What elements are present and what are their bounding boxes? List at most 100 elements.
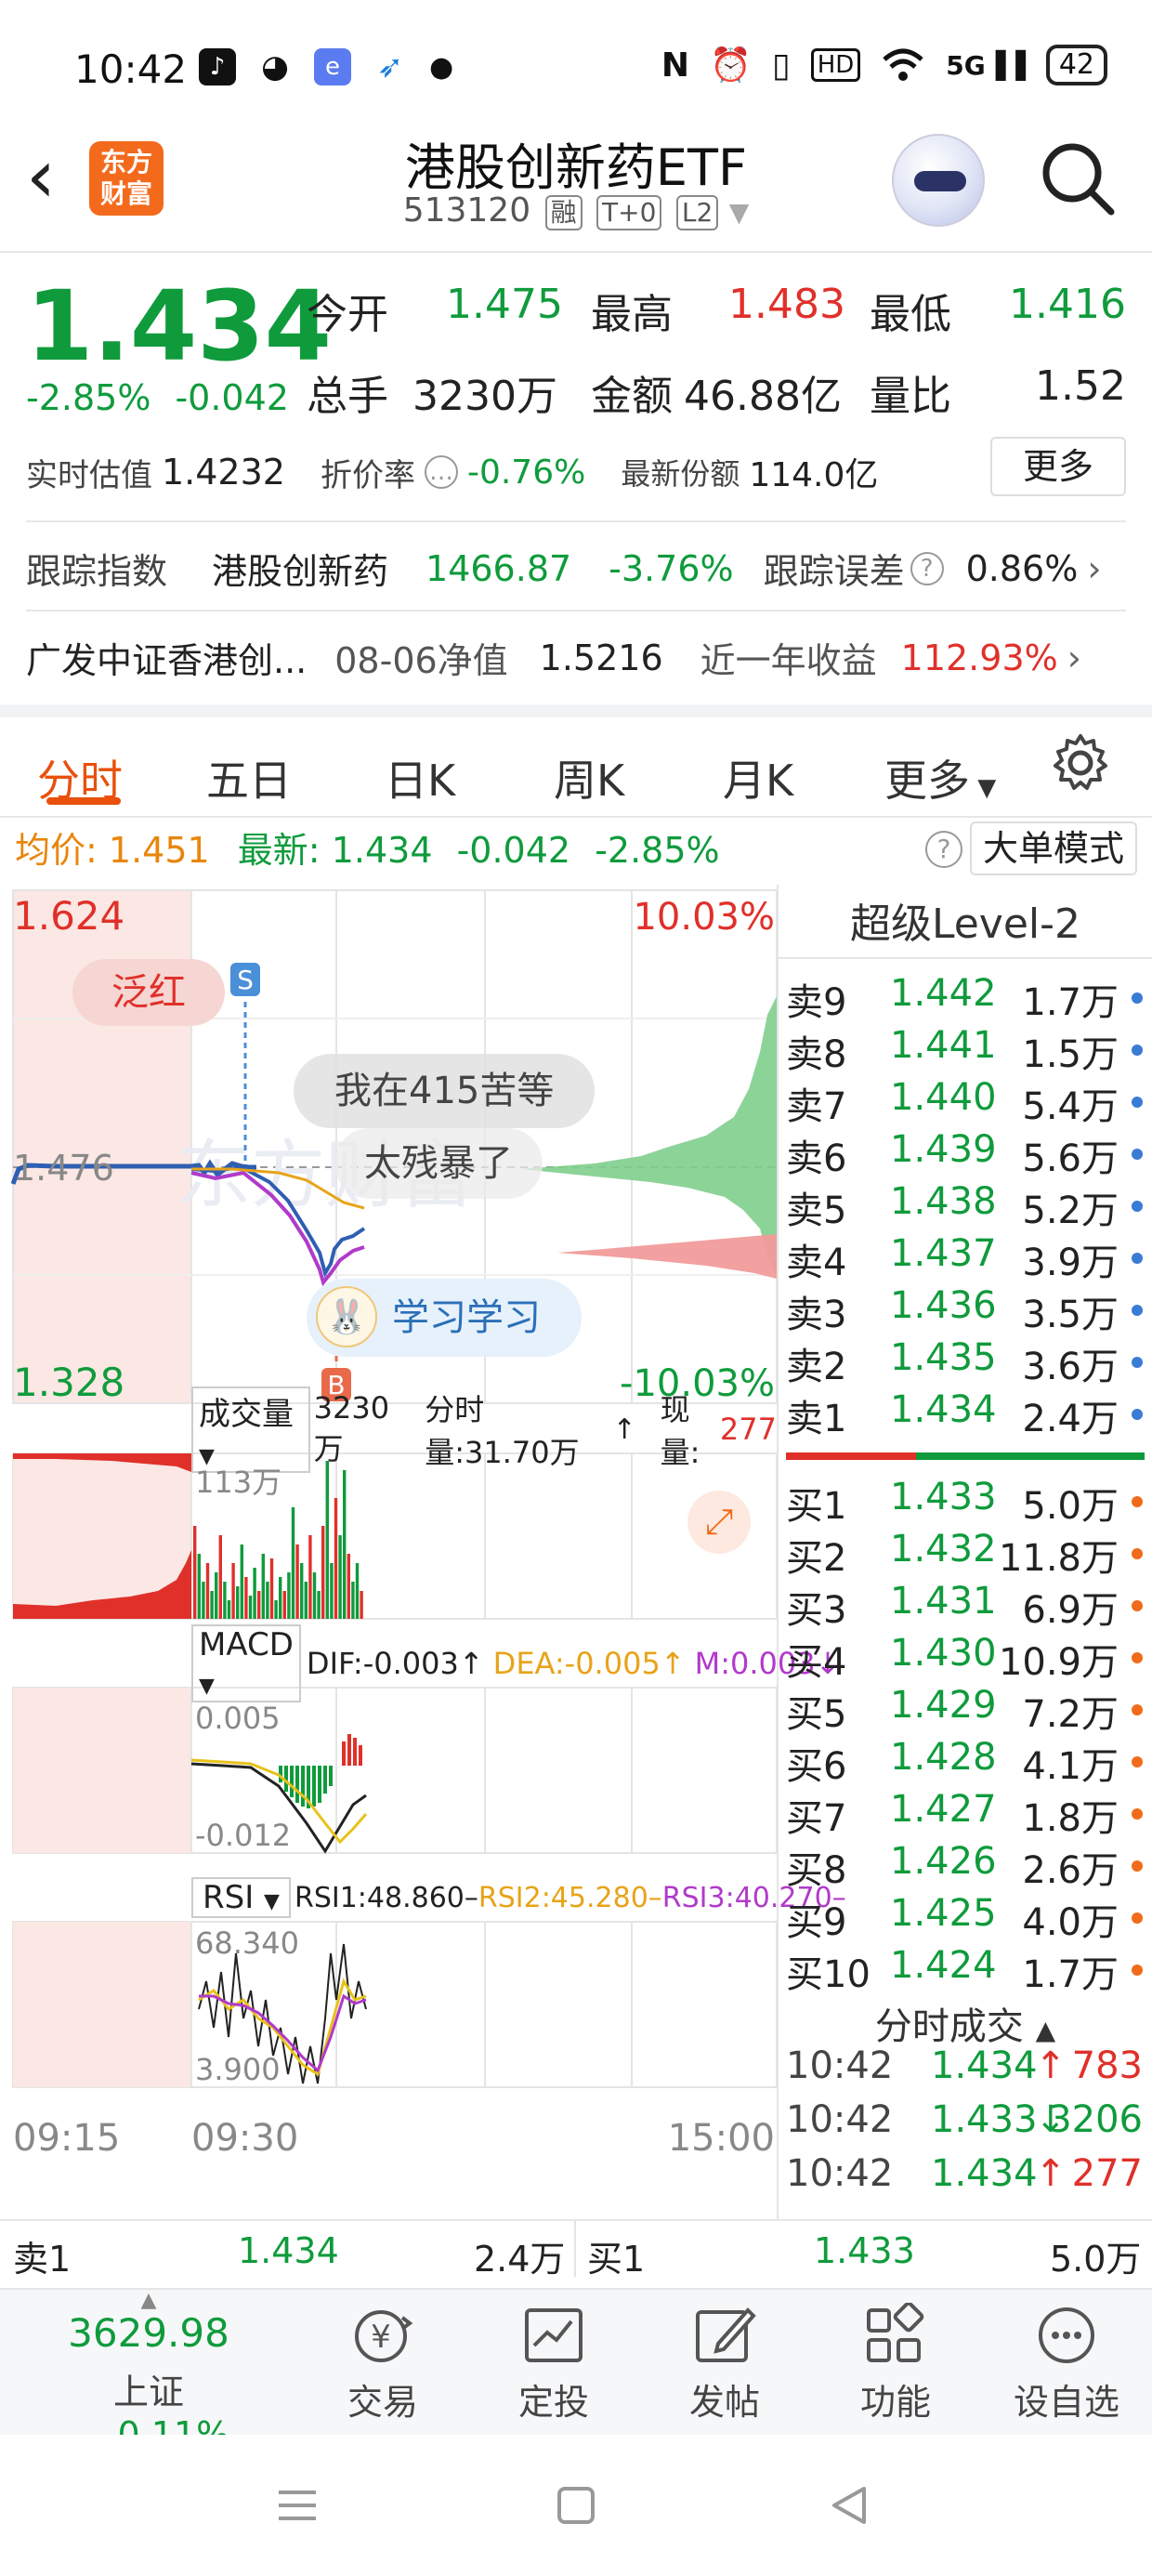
bid-price: 1.428 xyxy=(890,1736,997,1779)
nav-trade[interactable]: ¥ 交易 xyxy=(318,2303,448,2425)
ask-price: 1.434 xyxy=(890,1388,997,1431)
volume-bar xyxy=(317,1591,321,1619)
assistant-robot-avatar[interactable] xyxy=(892,134,985,227)
bid-level-label: 买4 xyxy=(786,1641,847,1684)
tab-monthly-k[interactable]: 月K xyxy=(723,747,793,808)
big-order-mode-button[interactable]: 大单模式 xyxy=(970,821,1137,875)
bid-dot-icon xyxy=(1132,1652,1143,1663)
bid-dot-icon xyxy=(1132,1756,1143,1768)
tab-daily-k[interactable]: 日K xyxy=(385,747,455,808)
volume-bar xyxy=(287,1572,291,1619)
ask-volume: 1.5万 xyxy=(1022,1033,1119,1076)
ask-dot-icon xyxy=(1132,1045,1143,1056)
bid-row[interactable]: 买2 1.432 11.8万 xyxy=(786,1528,1143,1580)
ask-row[interactable]: 卖8 1.441 1.5万 xyxy=(786,1024,1143,1076)
gear-icon[interactable] xyxy=(1050,732,1111,794)
ask-row[interactable]: 卖3 1.436 3.5万 xyxy=(786,1284,1143,1336)
intraday-chart[interactable]: 东方财富 S B 1.624 1.476 1.328 10.03% -10.03… xyxy=(0,885,846,2176)
nav-dca[interactable]: 定投 xyxy=(489,2303,619,2425)
volume-bar xyxy=(257,1591,261,1619)
ask-row[interactable]: 卖9 1.442 1.7万 xyxy=(786,972,1143,1024)
nav-functions[interactable]: 功能 xyxy=(831,2303,961,2425)
tracking-index-change: -3.76% xyxy=(609,547,734,589)
trade-row: 10:42 1.433 ↓ 3206 xyxy=(786,2098,1143,2152)
help-icon[interactable]: ? xyxy=(910,551,944,585)
notification-icons: ♪ ◕ e ➶ ● xyxy=(199,48,453,85)
volume-bar xyxy=(312,1572,317,1619)
section-gap xyxy=(0,704,1152,717)
ask-row[interactable]: 卖5 1.438 5.2万 xyxy=(786,1180,1143,1232)
current-volume-label: 现量: xyxy=(660,1392,700,1470)
nav-add-watchlist[interactable]: 设自选 xyxy=(1001,2303,1132,2425)
open-label: 今开 xyxy=(307,291,388,338)
bid-dot-icon xyxy=(1132,1496,1143,1507)
volume-bar xyxy=(295,1544,299,1619)
search-icon[interactable] xyxy=(1039,139,1117,217)
chart-icon xyxy=(525,2308,583,2362)
tracking-index-row[interactable]: 跟踪指数 港股创新药 1466.87 -3.76% 跟踪误差 ? 0.86% › xyxy=(26,543,1126,594)
bid-row[interactable]: 买9 1.425 4.0万 xyxy=(786,1892,1143,1944)
trades-title[interactable]: 分时成交 ▲ xyxy=(779,1996,1152,2050)
home-icon[interactable] xyxy=(554,2483,598,2528)
low-label: 最低 xyxy=(870,291,951,338)
bid-dot-icon xyxy=(1132,1548,1143,1559)
tab-five-day[interactable]: 五日 xyxy=(206,747,292,808)
ask-level-label: 卖5 xyxy=(786,1189,847,1232)
bid-level-label: 买9 xyxy=(786,1901,847,1944)
discount-value: -0.76% xyxy=(466,453,586,492)
ask-level-label: 卖4 xyxy=(786,1242,847,1284)
bid-row[interactable]: 买10 1.424 1.7万 xyxy=(786,1944,1143,1996)
more-button[interactable]: 更多 xyxy=(990,437,1126,496)
grid-apps-icon xyxy=(867,2303,924,2362)
latest-change-pct: -2.85% xyxy=(595,830,720,871)
volume-bar xyxy=(325,1461,329,1619)
bid-row[interactable]: 买1 1.433 5.0万 xyxy=(786,1476,1143,1528)
bid-row[interactable]: 买3 1.431 6.9万 xyxy=(786,1580,1143,1632)
macd-selector-label: MACD xyxy=(199,1626,294,1663)
fund-name: 广发中证香港创... xyxy=(26,640,308,681)
tiktok-icon: ♪ xyxy=(199,48,236,85)
ask-row[interactable]: 卖7 1.440 5.4万 xyxy=(786,1076,1143,1128)
bid-row[interactable]: 买8 1.426 2.6万 xyxy=(786,1840,1143,1892)
bid-price: 1.425 xyxy=(890,1892,997,1935)
caret-up-icon: ▲ xyxy=(140,2289,157,2312)
rsi-selector[interactable]: RSI ▼ xyxy=(191,1877,291,1918)
ask-row[interactable]: 卖2 1.435 3.6万 xyxy=(786,1336,1143,1388)
ask-row[interactable]: 卖6 1.439 5.6万 xyxy=(786,1128,1143,1180)
fund-row[interactable]: 广发中证香港创... 08-06净值 1.5216 近一年收益 112.93% … xyxy=(26,632,1126,683)
volume-bar xyxy=(300,1563,304,1619)
shares-value: 114.0亿 xyxy=(749,456,879,494)
bid-level-label: 买6 xyxy=(786,1745,847,1788)
dropdown-icon[interactable]: ▼ xyxy=(729,197,750,228)
bid-row[interactable]: 买6 1.428 4.1万 xyxy=(786,1736,1143,1788)
macd-histogram xyxy=(279,1734,362,1808)
wechat-icon: ◕ xyxy=(256,48,294,85)
tab-weekly-k[interactable]: 周K xyxy=(554,747,624,808)
bid-row[interactable]: 买5 1.429 7.2万 xyxy=(786,1684,1143,1736)
comment-bubble[interactable]: 🐰 学习学习 xyxy=(307,1279,582,1357)
expand-icon[interactable]: ⤢ xyxy=(687,1491,751,1554)
discount-info-icon[interactable]: … xyxy=(424,455,458,489)
ask-row[interactable]: 卖1 1.434 2.4万 xyxy=(786,1388,1143,1440)
back-icon[interactable] xyxy=(827,2483,871,2528)
menu-icon[interactable] xyxy=(275,2483,320,2528)
help-icon[interactable]: ? xyxy=(925,831,962,868)
bid-row[interactable]: 买7 1.427 1.8万 xyxy=(786,1788,1143,1840)
tab-more[interactable]: 更多 ▼ xyxy=(884,747,996,808)
comment-bubble[interactable]: 太残暴了 xyxy=(334,1128,543,1199)
level2-title[interactable]: 超级Level-2 xyxy=(779,890,1152,950)
macd-selector[interactable]: MACD ▼ xyxy=(191,1624,301,1702)
bid-volume: 11.8万 xyxy=(998,1537,1119,1580)
ask-price: 1.440 xyxy=(890,1076,997,1119)
ask-level-label: 卖3 xyxy=(786,1294,847,1336)
alarm-icon: ⏰ xyxy=(710,46,752,85)
nav-post[interactable]: 发帖 xyxy=(660,2303,790,2425)
fanhong-badge[interactable]: 泛红 xyxy=(72,959,225,1026)
volume-bar xyxy=(215,1572,218,1619)
ask-row[interactable]: 卖4 1.437 3.9万 xyxy=(786,1232,1143,1284)
index-ticker[interactable]: ▲ 3629.98 上证 -0.11% xyxy=(37,2289,260,2456)
iopv-row: 实时估值 1.4232 折价率 … -0.76% 最新份额 114.0亿 xyxy=(26,448,878,496)
bid-row[interactable]: 买4 1.430 10.9万 xyxy=(786,1632,1143,1684)
avg-value: 1.451 xyxy=(108,830,210,871)
comment-bubble[interactable]: 我在415苦等 xyxy=(294,1054,596,1128)
